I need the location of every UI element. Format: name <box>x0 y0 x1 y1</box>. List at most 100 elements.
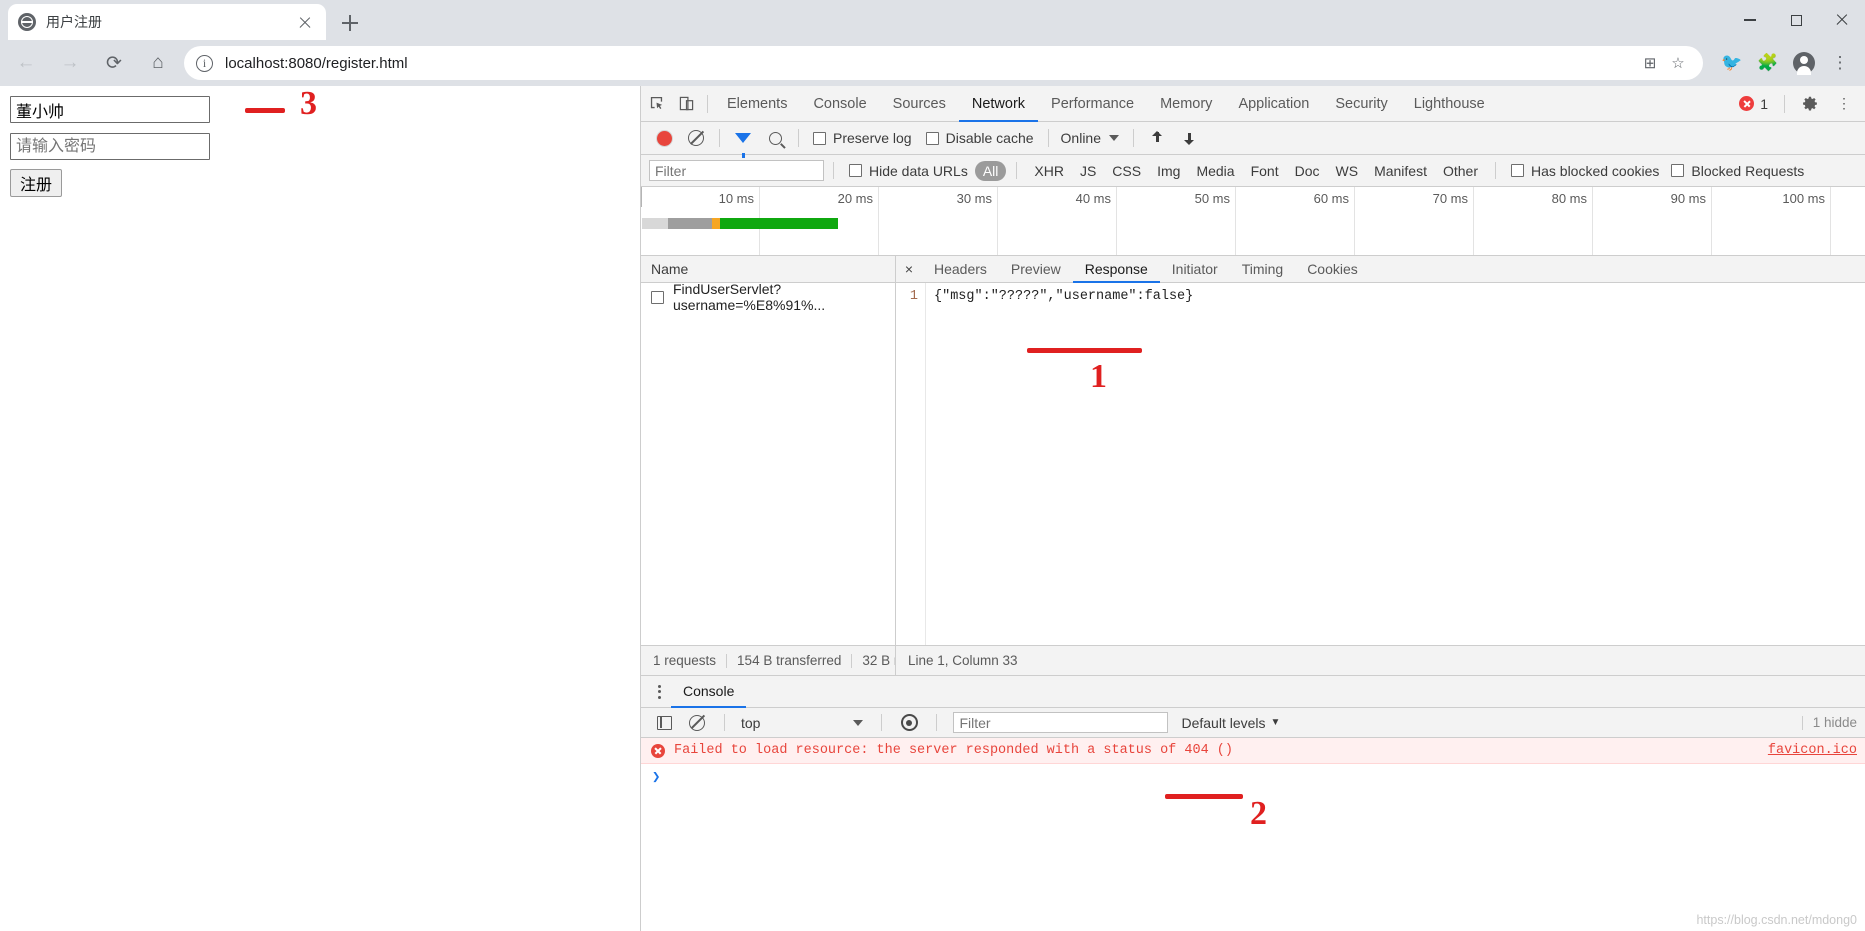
devtools-menu-icon[interactable]: ⋮ <box>1829 89 1859 119</box>
chevron-down-icon[interactable] <box>1109 135 1119 141</box>
divider <box>1495 162 1496 179</box>
device-toolbar-icon[interactable] <box>671 89 701 119</box>
password-input[interactable] <box>10 133 210 160</box>
has-blocked-cookies-checkbox[interactable]: Has blocked cookies <box>1511 163 1659 179</box>
filter-type-xhr[interactable]: XHR <box>1027 161 1071 181</box>
clear-icon[interactable] <box>681 123 711 153</box>
detail-tab-cookies[interactable]: Cookies <box>1295 256 1370 283</box>
filter-type-css[interactable]: CSS <box>1105 161 1148 181</box>
minimize-button[interactable] <box>1727 0 1773 40</box>
console-sidebar-icon[interactable] <box>649 708 679 738</box>
close-detail-icon[interactable]: × <box>896 256 922 282</box>
hide-data-urls-checkbox[interactable]: Hide data URLs <box>849 163 968 179</box>
inspect-element-icon[interactable] <box>641 89 671 119</box>
detail-tab-response[interactable]: Response <box>1072 256 1160 283</box>
console-filter-input[interactable] <box>953 712 1169 733</box>
filter-type-ws[interactable]: WS <box>1329 161 1366 181</box>
tab-security[interactable]: Security <box>1322 86 1400 122</box>
detail-tab-timing[interactable]: Timing <box>1230 256 1296 283</box>
gear-icon[interactable] <box>1795 89 1825 119</box>
tick-label: 90 ms <box>1670 191 1706 206</box>
console-context-select[interactable]: top <box>741 715 760 731</box>
network-filter-input[interactable] <box>649 160 824 181</box>
checkbox-box[interactable] <box>813 131 826 145</box>
reload-button[interactable]: ⟳ <box>96 45 132 81</box>
browser-menu-icon[interactable]: ⋮ <box>1823 46 1857 80</box>
preserve-log-checkbox[interactable]: Preserve log <box>813 130 912 146</box>
filter-type-doc[interactable]: Doc <box>1288 161 1327 181</box>
response-body-viewer[interactable]: 1 {"msg":"?????","username":false} <box>896 283 1865 645</box>
tab-performance[interactable]: Performance <box>1038 86 1147 122</box>
checkbox-box[interactable] <box>849 164 862 177</box>
extension-bird-icon[interactable]: 🐦 <box>1715 46 1749 80</box>
username-input[interactable] <box>10 96 210 123</box>
drawer-menu-icon[interactable] <box>647 677 671 707</box>
forward-button[interactable]: → <box>52 45 88 81</box>
home-button[interactable]: ⌂ <box>140 45 176 81</box>
close-icon[interactable] <box>294 11 316 33</box>
browser-chrome: 用户注册 ← → ⟳ ⌂ i localhost:8080/register.h… <box>0 0 1865 86</box>
filter-type-js[interactable]: JS <box>1073 161 1103 181</box>
detail-tab-preview[interactable]: Preview <box>999 256 1073 283</box>
profile-avatar[interactable] <box>1787 46 1821 80</box>
window-close-button[interactable] <box>1819 0 1865 40</box>
throttling-select[interactable]: Online <box>1061 130 1101 146</box>
filter-type-img[interactable]: Img <box>1150 161 1187 181</box>
console-input-prompt[interactable]: ❯ <box>641 764 1865 790</box>
tab-memory[interactable]: Memory <box>1147 86 1225 122</box>
tab-application[interactable]: Application <box>1225 86 1322 122</box>
request-row[interactable]: FindUserServlet?username=%E8%91%... <box>641 281 895 313</box>
checkbox-box[interactable] <box>651 290 664 304</box>
maximize-button[interactable] <box>1773 0 1819 40</box>
back-button[interactable]: ← <box>8 45 44 81</box>
tab-lighthouse[interactable]: Lighthouse <box>1401 86 1498 122</box>
site-info-icon[interactable]: i <box>196 54 213 72</box>
resources-size: 32 B res <box>862 653 895 668</box>
export-har-icon[interactable] <box>1174 123 1204 153</box>
console-error-message[interactable]: Failed to load resource: the server resp… <box>641 738 1865 764</box>
tick-label: 20 ms <box>837 191 873 206</box>
error-count-badge[interactable]: 1 <box>1733 96 1774 112</box>
checkbox-box[interactable] <box>1511 164 1524 177</box>
browser-tab[interactable]: 用户注册 <box>8 4 326 40</box>
search-icon[interactable] <box>760 123 790 153</box>
filter-type-all[interactable]: All <box>974 160 1007 181</box>
request-detail-panel: × Headers Preview Response Initiator Tim… <box>896 256 1865 645</box>
tab-console[interactable]: Console <box>800 86 879 122</box>
detail-tab-initiator[interactable]: Initiator <box>1160 256 1230 283</box>
record-button[interactable] <box>649 123 679 153</box>
detail-tab-headers[interactable]: Headers <box>922 256 999 283</box>
divider <box>833 162 834 179</box>
address-bar[interactable]: i localhost:8080/register.html ⊞ ☆ <box>184 46 1703 80</box>
tab-elements[interactable]: Elements <box>714 86 800 122</box>
blocked-requests-checkbox[interactable]: Blocked Requests <box>1671 163 1804 179</box>
checkbox-box[interactable] <box>1671 164 1685 177</box>
live-expression-icon[interactable] <box>894 708 924 738</box>
request-name: FindUserServlet?username=%E8%91%... <box>673 281 826 313</box>
new-tab-button[interactable] <box>336 9 364 37</box>
tab-sources[interactable]: Sources <box>880 86 959 122</box>
disable-cache-checkbox[interactable]: Disable cache <box>925 130 1034 146</box>
tab-network[interactable]: Network <box>958 86 1039 122</box>
funnel-icon[interactable] <box>728 123 758 158</box>
bookmark-star-icon[interactable]: ☆ <box>1665 50 1691 76</box>
translate-icon[interactable]: ⊞ <box>1637 50 1663 76</box>
filter-type-other[interactable]: Other <box>1436 161 1485 181</box>
drawer-tab-console[interactable]: Console <box>671 676 747 708</box>
filter-type-media[interactable]: Media <box>1189 161 1241 181</box>
filter-type-manifest[interactable]: Manifest <box>1367 161 1434 181</box>
checkbox-box[interactable] <box>925 131 939 145</box>
console-message-source-link[interactable]: favicon.ico <box>1768 743 1865 758</box>
tick-label: 100 ms <box>1782 191 1825 206</box>
console-levels-select[interactable]: Default levels ▼ <box>1181 715 1280 731</box>
divider <box>798 129 799 147</box>
clear-console-icon[interactable] <box>682 708 712 738</box>
chevron-down-icon[interactable] <box>853 719 864 726</box>
puzzle-icon[interactable]: 🧩 <box>1751 46 1785 80</box>
network-overview-timeline[interactable]: 10 ms 20 ms 30 ms 40 ms 50 ms 60 ms 70 m… <box>641 187 1865 256</box>
tab-title: 用户注册 <box>46 14 102 30</box>
import-har-icon[interactable] <box>1142 123 1172 153</box>
watermark: https://blog.csdn.net/mdong0 <box>1696 913 1857 927</box>
filter-type-font[interactable]: Font <box>1244 161 1286 181</box>
register-button[interactable]: 注册 <box>10 169 63 197</box>
